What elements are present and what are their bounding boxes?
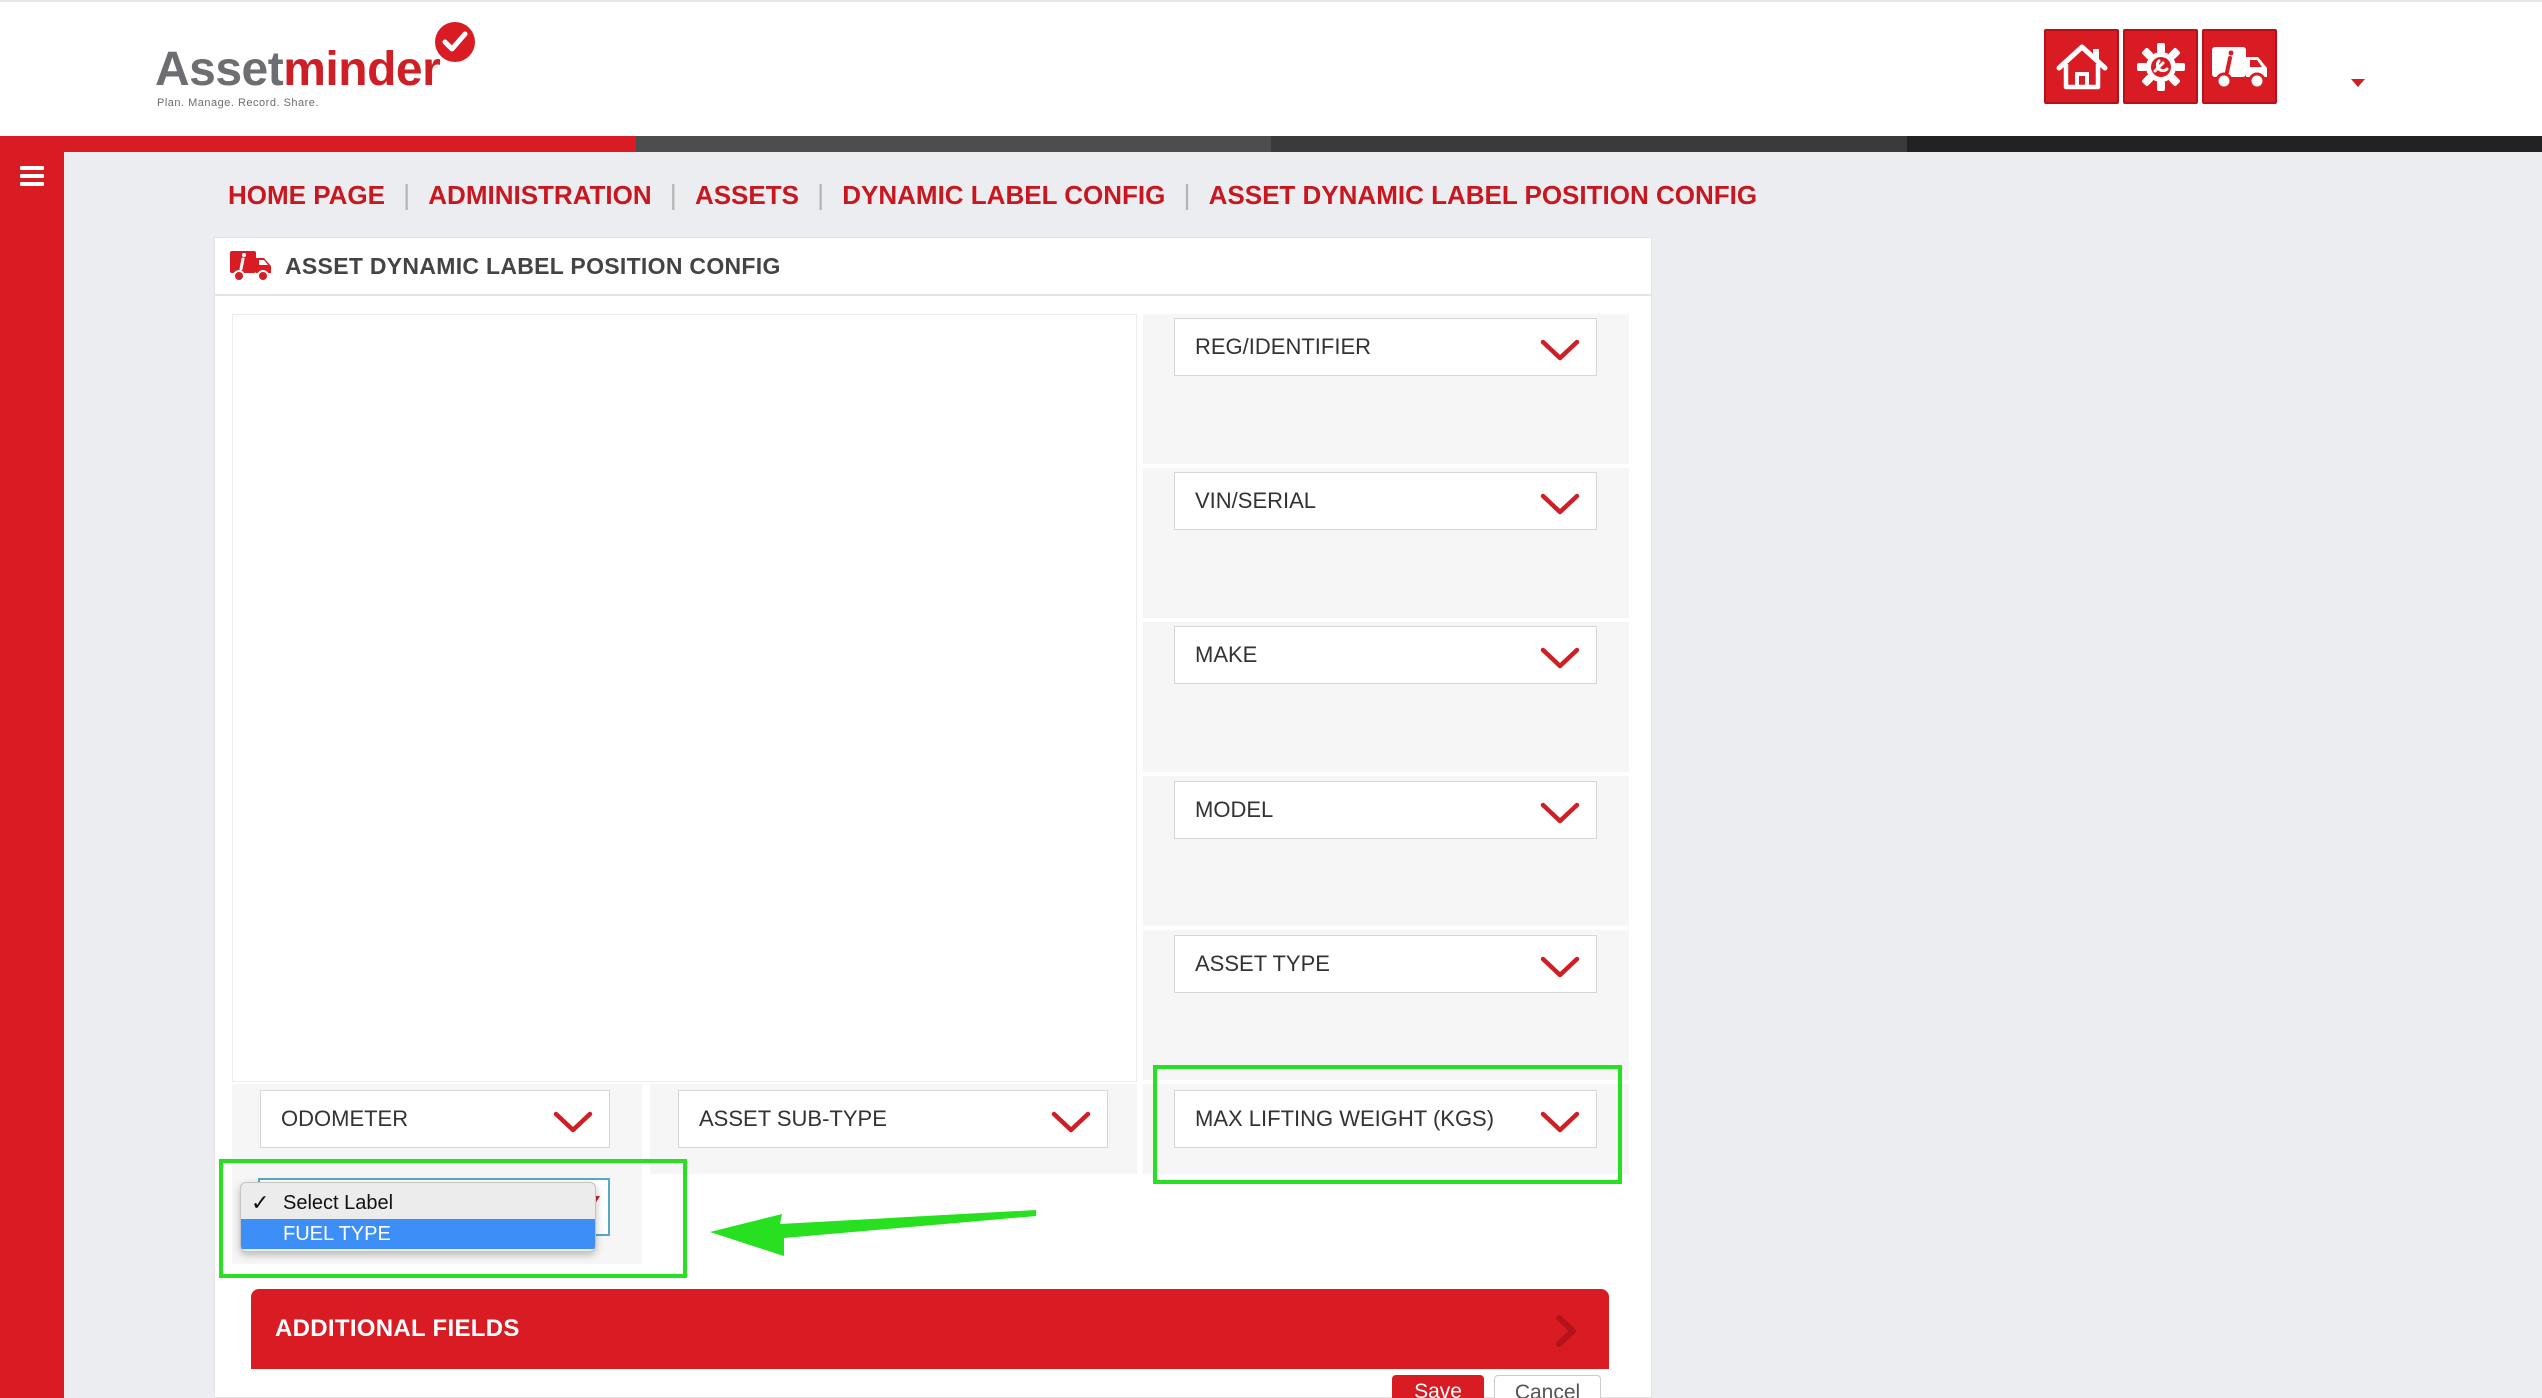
select-vin-serial[interactable]: VIN/SERIAL (1174, 472, 1597, 530)
chevron-down-icon (1540, 493, 1580, 515)
stripe-segment-4 (1906, 136, 2542, 152)
user-menu-caret-icon[interactable] (2351, 79, 2365, 87)
assetminder-logo[interactable]: Assetminder Plan. Manage. Record. Share. (155, 20, 495, 110)
additional-fields-label: ADDITIONAL FIELDS (275, 1315, 520, 1342)
select-odometer[interactable]: ODOMETER (260, 1090, 610, 1148)
logo-word-minder: minder (283, 43, 441, 96)
breadcrumb-dynamic-label-config[interactable]: DYNAMIC LABEL CONFIG (842, 180, 1165, 211)
chevron-down-icon (1540, 647, 1580, 669)
highlight-box-max-lifting-weight (1153, 1065, 1622, 1184)
breadcrumb-home[interactable]: HOME PAGE (228, 180, 385, 211)
chevron-down-icon (1540, 956, 1580, 978)
select-asset-type[interactable]: ASSET TYPE (1174, 935, 1597, 993)
truck-info-icon (230, 251, 271, 282)
green-arrow-annotation (710, 1210, 1036, 1256)
panel-title: ASSET DYNAMIC LABEL POSITION CONFIG (285, 252, 781, 279)
home-icon (2056, 44, 2107, 89)
chevron-down-icon (553, 1111, 593, 1133)
save-button[interactable]: Save (1392, 1375, 1484, 1398)
stripe-segment-3 (1271, 136, 1907, 152)
breadcrumb-separator: | (1183, 179, 1191, 210)
select-value: ODOMETER (281, 1106, 409, 1131)
label-preview-area (232, 314, 1137, 1082)
breadcrumb-separator: | (669, 179, 677, 210)
select-make[interactable]: MAKE (1174, 626, 1597, 684)
highlight-box-dropdown (219, 1159, 687, 1278)
stripe-segment-2 (635, 136, 1271, 152)
hamburger-menu-icon[interactable] (20, 166, 44, 186)
select-reg-identifier[interactable]: REG/IDENTIFIER (1174, 318, 1597, 376)
chevron-right-icon (1556, 1315, 1576, 1347)
additional-fields-header[interactable]: ADDITIONAL FIELDS (251, 1289, 1609, 1369)
chevron-down-icon (1540, 339, 1580, 361)
breadcrumb-separator: | (402, 179, 411, 210)
breadcrumb: HOME PAGE | ADMINISTRATION | ASSETS | DY… (228, 178, 1757, 212)
logo-check-icon (435, 22, 475, 62)
breadcrumb-administration[interactable]: ADMINISTRATION (428, 180, 651, 211)
select-model[interactable]: MODEL (1174, 781, 1597, 839)
panel-header: ASSET DYNAMIC LABEL POSITION CONFIG (215, 238, 1651, 296)
header-progress-stripe (0, 136, 2542, 152)
select-value: MAKE (1195, 642, 1258, 667)
logo-wordmark: Assetminder (155, 42, 441, 97)
select-value: VIN/SERIAL (1195, 488, 1317, 513)
select-asset-sub-type[interactable]: ASSET SUB-TYPE (678, 1090, 1108, 1148)
cancel-button[interactable]: Cancel (1494, 1375, 1601, 1398)
select-value: ASSET TYPE (1195, 951, 1330, 976)
left-sidebar (0, 152, 64, 1398)
home-button[interactable] (2044, 29, 2119, 104)
settings-gear-icon (2136, 42, 2185, 91)
select-value: ASSET SUB-TYPE (699, 1106, 887, 1131)
breadcrumb-asset-dynamic-label-position-config[interactable]: ASSET DYNAMIC LABEL POSITION CONFIG (1209, 180, 1757, 211)
stripe-segment-1 (0, 136, 636, 152)
logo-tagline: Plan. Manage. Record. Share. (157, 97, 319, 109)
breadcrumb-assets[interactable]: ASSETS (695, 180, 799, 211)
chevron-down-icon (1540, 802, 1580, 824)
top-header: Assetminder Plan. Manage. Record. Share. (0, 0, 2542, 136)
breadcrumb-separator: | (816, 179, 825, 210)
settings-button[interactable] (2123, 29, 2198, 104)
asset-info-button[interactable] (2202, 29, 2277, 104)
select-value: MODEL (1195, 797, 1274, 822)
truck-info-icon (2211, 46, 2267, 89)
chevron-down-icon (1051, 1111, 1091, 1133)
logo-word-asset: Asset (155, 43, 284, 96)
select-value: REG/IDENTIFIER (1195, 334, 1372, 359)
